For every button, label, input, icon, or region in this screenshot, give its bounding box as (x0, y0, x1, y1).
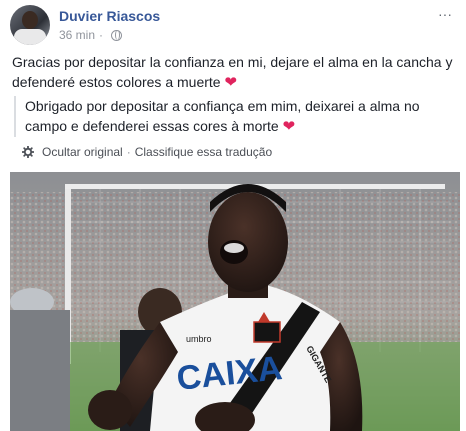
hide-original-link[interactable]: Ocultar original (42, 145, 123, 159)
post-text-original: Gracias por depositar la confianza en mi… (12, 52, 458, 93)
translation-controls: Ocultar original · Classifique essa trad… (22, 145, 272, 159)
meta-separator: · (99, 28, 104, 42)
post-text-translation: Obrigado por depositar a confiança em mi… (14, 96, 454, 137)
facebook-post: Duvier Riascos 36 min · ··· Gracias por … (0, 0, 466, 431)
post-photo[interactable]: CAIXA umbro GIGANTE (10, 172, 460, 431)
player-celebration-photo: CAIXA umbro GIGANTE (10, 172, 460, 431)
post-meta: 36 min · (59, 28, 123, 42)
author-name[interactable]: Duvier Riascos (59, 8, 160, 24)
heart-icon-translation: ❤ (282, 118, 296, 135)
post-timestamp[interactable]: 36 min (59, 28, 95, 42)
rate-translation-link[interactable]: Classifique essa tradução (135, 145, 272, 159)
avatar-shirt (14, 29, 46, 45)
kit-brand-text: umbro (186, 334, 212, 344)
gear-icon[interactable] (22, 146, 34, 158)
globe-icon[interactable] (111, 29, 123, 41)
translated-text: Obrigado por depositar a confiança em mi… (25, 98, 420, 134)
heart-icon: ❤ (224, 74, 238, 91)
avatar-face (22, 11, 38, 29)
more-options-icon[interactable]: ··· (438, 6, 452, 22)
avatar[interactable] (10, 5, 50, 45)
translate-separator: · (126, 145, 131, 159)
